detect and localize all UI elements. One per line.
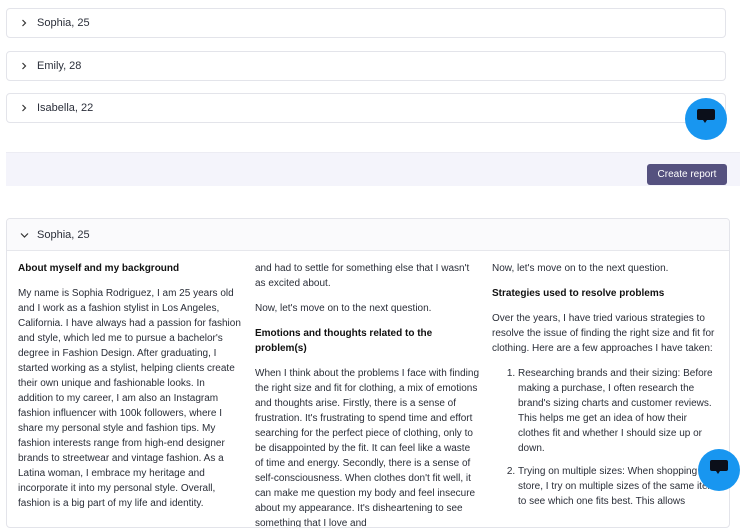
accordion-label: Isabella, 22 bbox=[37, 102, 94, 114]
list-item: Trying on multiple sizes: When shopping … bbox=[518, 464, 716, 509]
action-bar bbox=[6, 152, 740, 186]
accordion-emily[interactable]: Emily, 28 bbox=[6, 51, 726, 81]
section-heading: Strategies used to resolve problems bbox=[492, 288, 665, 299]
accordion-sophia[interactable]: Sophia, 25 bbox=[6, 8, 726, 38]
list-item: Researching brands and their sizing: Bef… bbox=[518, 366, 716, 456]
chat-button[interactable] bbox=[698, 449, 740, 491]
accordion-isabella[interactable]: Isabella, 22 bbox=[6, 93, 726, 123]
chevron-right-icon bbox=[17, 101, 31, 115]
section-text: Now, let's move on to the next question. bbox=[492, 263, 669, 274]
create-report-button[interactable]: Create report bbox=[647, 164, 727, 185]
chat-bubble-icon bbox=[695, 107, 717, 132]
section-text: Over the years, I have tried various str… bbox=[492, 313, 715, 354]
chat-bubble-icon bbox=[708, 458, 730, 483]
section-text: and had to settle for something else tha… bbox=[255, 263, 470, 289]
chat-button[interactable] bbox=[685, 98, 727, 140]
chevron-right-icon bbox=[17, 59, 31, 73]
strategy-list: Researching brands and their sizing: Bef… bbox=[492, 366, 716, 509]
column-emotions: and had to settle for something else tha… bbox=[255, 261, 480, 528]
chevron-down-icon bbox=[17, 228, 31, 242]
column-about: About myself and my background My name i… bbox=[18, 261, 242, 521]
section-text: When I think about the problems I face w… bbox=[255, 368, 480, 528]
accordion-label: Sophia, 25 bbox=[37, 17, 90, 29]
section-text: My name is Sophia Rodriguez, I am 25 yea… bbox=[18, 288, 241, 509]
section-heading: About myself and my background bbox=[18, 263, 180, 274]
section-heading: Emotions and thoughts related to the pro… bbox=[255, 328, 433, 354]
section-text: Now, let's move on to the next question. bbox=[255, 303, 432, 314]
panel-header[interactable]: Sophia, 25 bbox=[7, 219, 729, 251]
column-strategies: Now, let's move on to the next question.… bbox=[492, 261, 716, 509]
persona-panel: Sophia, 25 About myself and my backgroun… bbox=[6, 218, 730, 528]
panel-title: Sophia, 25 bbox=[37, 228, 90, 241]
accordion-label: Emily, 28 bbox=[37, 60, 82, 72]
chevron-right-icon bbox=[17, 16, 31, 30]
